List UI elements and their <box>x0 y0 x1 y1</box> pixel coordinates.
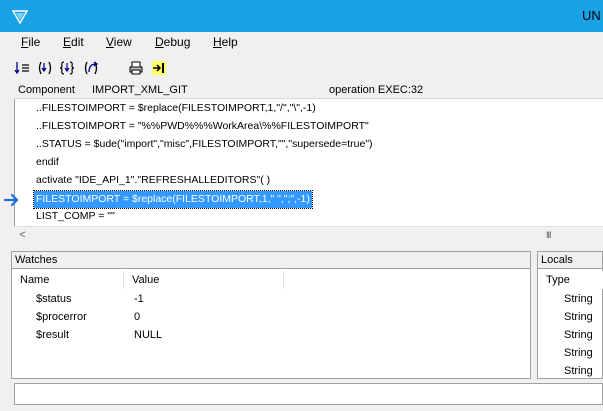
title-bar: UN <box>0 0 603 32</box>
watches-col-value[interactable]: Value <box>124 271 284 289</box>
locals-panel: Locals Type String String String String … <box>537 251 603 379</box>
current-code-line[interactable]: FILESTOIMPORT = $replace(FILESTOIMPORT,1… <box>33 190 313 209</box>
code-line[interactable]: ..FILESTOIMPORT = "%%PWD%%%WorkArea\%%FI… <box>36 118 369 135</box>
print-icon[interactable] <box>127 59 145 77</box>
message-area[interactable] <box>14 383 603 405</box>
local-type[interactable]: String <box>564 308 593 326</box>
menu-edit[interactable]: Edit <box>63 35 84 49</box>
step-into-braces-icon[interactable] <box>58 59 76 77</box>
menu-bar: File Edit View Debug Help <box>0 32 603 54</box>
code-line[interactable]: activate "IDE_API_1"."REFRESHALLEDITORS"… <box>36 172 270 189</box>
code-line[interactable]: ..FILESTOIMPORT = $replace(FILESTOIMPORT… <box>36 100 316 117</box>
local-type[interactable]: String <box>564 344 593 362</box>
locals-title: Locals <box>538 252 602 269</box>
operation-label: operation EXEC:32 <box>329 84 424 96</box>
source-code-pane[interactable]: ..FILESTOIMPORT = $replace(FILESTOIMPORT… <box>14 99 603 242</box>
local-type[interactable]: String <box>564 290 593 308</box>
watches-panel: Watches Name Value $status -1 $procerror… <box>11 251 531 379</box>
watch-value[interactable]: -1 <box>134 290 144 308</box>
code-line[interactable]: ..STATUS = $ude("import","misc",FILESTOI… <box>36 136 373 153</box>
watches-title: Watches <box>12 252 530 269</box>
menu-file[interactable]: File <box>21 35 40 49</box>
window-title: UN <box>582 8 601 23</box>
step-into-icon[interactable] <box>36 59 54 77</box>
execution-pointer-icon <box>4 194 19 206</box>
code-horizontal-scrollbar[interactable]: < III <box>14 226 603 243</box>
locals-col-type[interactable]: Type <box>538 271 603 289</box>
component-header: Component IMPORT_XML_GIT operation EXEC:… <box>14 82 603 99</box>
watch-value[interactable]: NULL <box>134 326 162 344</box>
component-name: IMPORT_XML_GIT <box>92 84 188 96</box>
menu-view[interactable]: View <box>106 35 132 49</box>
menu-help[interactable]: Help <box>213 35 238 49</box>
step-out-icon[interactable] <box>82 59 100 77</box>
scroll-thumb-grip[interactable]: III <box>546 230 551 240</box>
local-type[interactable]: String <box>564 362 593 380</box>
watches-col-name[interactable]: Name <box>12 271 124 289</box>
menu-debug[interactable]: Debug <box>155 35 190 49</box>
local-type[interactable]: String <box>564 326 593 344</box>
run-to-cursor-icon[interactable] <box>150 59 168 77</box>
scroll-left-icon[interactable]: < <box>16 229 29 242</box>
app-logo-icon <box>12 10 28 25</box>
pane-splitter[interactable] <box>0 243 603 251</box>
debug-toolbar <box>0 56 603 80</box>
code-line[interactable]: LIST_COMP = "" <box>36 208 115 225</box>
watch-name[interactable]: $result <box>36 326 69 344</box>
code-line[interactable]: endif <box>36 154 59 171</box>
watch-value[interactable]: 0 <box>134 308 140 326</box>
step-over-icon[interactable] <box>13 59 31 77</box>
component-label: Component <box>18 84 75 96</box>
watch-name[interactable]: $procerror <box>36 308 87 326</box>
watch-name[interactable]: $status <box>36 290 71 308</box>
